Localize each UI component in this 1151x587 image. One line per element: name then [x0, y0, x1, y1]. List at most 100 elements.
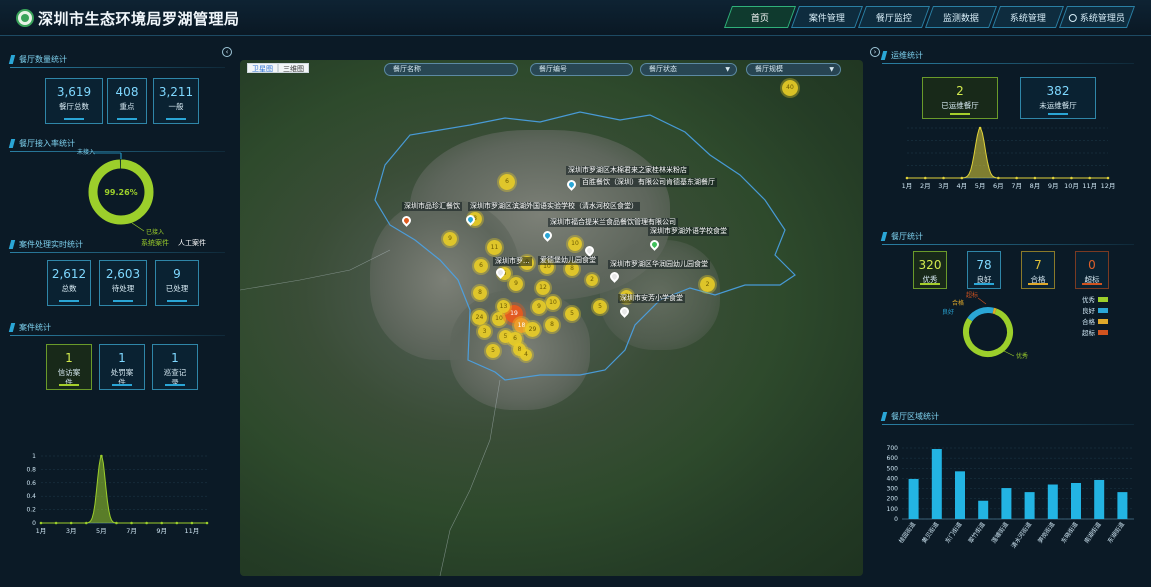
data-point — [905, 176, 909, 180]
map-cluster[interactable]: 10 — [546, 296, 560, 310]
map-cluster[interactable]: 4 — [520, 349, 532, 361]
nav-user-admin[interactable]: 系统管理员 — [1058, 6, 1136, 28]
data-point — [190, 521, 194, 525]
legend-exceeded: 超标 — [1082, 327, 1108, 337]
map-cluster[interactable]: 10 — [492, 312, 506, 326]
y-tick-label: 0.6 — [26, 480, 36, 487]
donut-label-exceeded: 超标 — [966, 291, 978, 299]
map-cluster[interactable]: 5 — [565, 307, 579, 321]
map-cluster[interactable]: 13 — [497, 300, 510, 313]
legend-qualified: 合格 — [1082, 316, 1108, 326]
map-cluster[interactable]: 11 — [487, 240, 502, 255]
nav-restaurant-monitor[interactable]: 餐厅监控 — [857, 6, 931, 28]
map-type-toggle[interactable]: 卫星图 三维图 — [247, 63, 309, 73]
donut-label-excellent: 优秀 — [1016, 352, 1028, 360]
map-label[interactable]: 深圳市福合提米兰食品餐饮管理有限公司 — [548, 218, 678, 227]
map-toggle-satellite[interactable]: 卫星图 — [247, 63, 278, 73]
y-tick-label: 200 — [887, 496, 899, 503]
stat-restaurant-key: 408 重点 — [107, 78, 147, 124]
filter-restaurant-scale[interactable]: 餐厅规模 ▼ — [746, 63, 841, 76]
map-cluster[interactable]: 5 — [486, 344, 500, 358]
bar — [1071, 482, 1081, 519]
bar — [1047, 484, 1058, 519]
bar — [955, 471, 965, 519]
data-point — [942, 176, 945, 180]
map-label[interactable]: 深圳市品珍汇餐饮 — [402, 202, 462, 211]
section-header-restaurant-count: 餐厅数量统计 — [8, 52, 225, 68]
x-tick-label: 东湖街道 — [1106, 521, 1126, 545]
section-header-ops: 运维统计 — [880, 48, 1134, 64]
map-label[interactable]: 深圳市罗湖区滨湖外国语实验学校（清水河校区食堂） — [468, 202, 640, 211]
x-tick-label: 5月 — [975, 182, 986, 190]
section-header-region: 餐厅区域统计 — [880, 409, 1134, 425]
map-label[interactable]: 深圳市安芳小学食堂 — [618, 294, 685, 303]
x-tick-label: 东晓街道 — [1059, 521, 1079, 545]
y-tick-label: 0 — [894, 516, 898, 523]
y-tick-label: 700 — [887, 445, 899, 452]
x-tick-label: 黄贝街道 — [920, 521, 940, 545]
donut-label-good: 良好 — [942, 308, 954, 316]
stat-restaurant-total: 3,619 餐厅总数 — [45, 78, 103, 124]
x-tick-label: 清水河街道 — [1009, 521, 1033, 550]
restaurant-grade-donut: 超标合格良好优秀 — [942, 291, 1028, 360]
x-tick-label: 6月 — [993, 182, 1004, 190]
x-tick-label: 9月 — [156, 527, 167, 535]
map-toggle-3d[interactable]: 三维图 — [278, 63, 309, 73]
map-label[interactable]: 深圳市罗... — [493, 257, 532, 266]
map-cluster[interactable]: 24 — [472, 310, 487, 325]
map-label[interactable]: 爱德堡幼儿园食堂 — [538, 256, 598, 265]
filter-restaurant-name[interactable]: 餐厅名称 — [384, 63, 518, 76]
map-cluster[interactable]: 8 — [545, 318, 559, 332]
x-tick-label: 笋岗街道 — [1036, 521, 1056, 545]
x-tick-label: 桂园街道 — [897, 521, 917, 545]
stat-excellent: 320 优秀 — [913, 251, 947, 289]
x-tick-label: 2月 — [920, 182, 931, 190]
filter-restaurant-status[interactable]: 餐厅状态 ▼ — [640, 63, 737, 76]
map-cluster[interactable]: 2 — [586, 274, 598, 286]
map-label[interactable]: 深圳市罗湖区木棉君来之家桂林米粉店 — [566, 166, 689, 175]
map-cluster[interactable]: 12 — [536, 281, 550, 295]
map-cluster[interactable]: 3 — [478, 325, 491, 338]
x-tick-label: 莲塘街道 — [990, 521, 1010, 545]
map-cluster[interactable]: 6 — [499, 174, 515, 190]
collapse-right-icon[interactable]: › — [870, 47, 880, 57]
map-cluster[interactable]: 8 — [473, 286, 487, 300]
section-header-case-stats: 案件统计 — [8, 320, 225, 336]
left-case-trend-chart: 00.20.40.60.811月 3月 5月 7月 9月 11月 — [26, 453, 209, 535]
x-tick-label: 东门街道 — [943, 521, 963, 545]
nav-case-management[interactable]: 案件管理 — [790, 6, 864, 28]
label-not-accessed: 未接入 — [77, 148, 95, 156]
chevron-down-icon: ▼ — [829, 66, 834, 73]
map-cluster[interactable]: 9 — [532, 300, 546, 314]
map-label[interactable]: 深圳市罗湖外语学校食堂 — [648, 227, 729, 236]
nav-system-management[interactable]: 系统管理 — [991, 6, 1065, 28]
filter-restaurant-id[interactable]: 餐厅编号 — [530, 63, 633, 76]
nav-home[interactable]: 首页 — [723, 6, 797, 28]
stat-good: 78 良好 — [967, 251, 1001, 289]
map-cluster[interactable]: 9 — [509, 277, 523, 291]
x-tick-label: 12月 — [1101, 182, 1116, 190]
data-point — [100, 454, 103, 458]
nav-monitoring-data[interactable]: 监测数据 — [924, 6, 998, 28]
map-cluster[interactable]: 9 — [443, 232, 457, 246]
map-cluster[interactable]: 5 — [593, 300, 607, 314]
map-label[interactable]: 深圳市罗湖区华润园幼儿园食堂 — [608, 260, 710, 269]
map-cluster[interactable]: 2 — [700, 277, 715, 292]
donut-leader — [977, 297, 987, 305]
data-point — [205, 521, 209, 525]
map-label[interactable]: 百胜餐饮（深圳）有限公司肯德基东湖餐厅 — [580, 178, 717, 187]
bar — [1094, 479, 1105, 519]
data-point — [978, 126, 982, 130]
chevron-down-icon: ▼ — [725, 66, 730, 73]
donut-label-qualified: 合格 — [952, 299, 964, 307]
map-cluster[interactable]: 40 — [782, 80, 798, 96]
stat-petition-case: 1 信访案件 — [46, 344, 92, 390]
map-cluster[interactable]: 29 — [525, 322, 540, 337]
section-header-case-realtime: 案件处理实时统计 — [8, 237, 225, 253]
data-point — [1051, 176, 1055, 180]
map-cluster[interactable]: 10 — [568, 237, 582, 251]
map-cluster[interactable]: 6 — [474, 259, 488, 273]
x-tick-label: 8月 — [1030, 182, 1041, 190]
stat-case-pending: 2,603 待处理 — [99, 260, 147, 306]
data-point — [115, 521, 118, 525]
